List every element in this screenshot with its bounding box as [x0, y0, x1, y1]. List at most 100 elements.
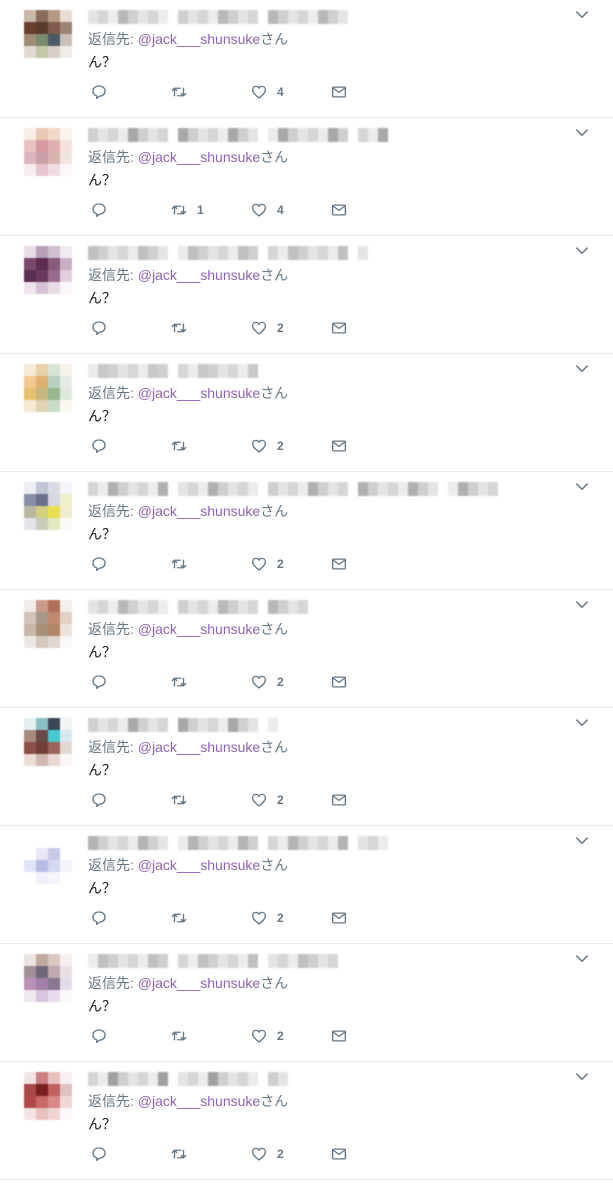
direct-message-button[interactable]: [330, 909, 348, 927]
direct-message-button[interactable]: [330, 673, 348, 691]
avatar[interactable]: [24, 600, 72, 648]
avatar[interactable]: [24, 364, 72, 412]
retweet-button[interactable]: [170, 909, 197, 927]
reply-handle-link[interactable]: @jack___shunsuke: [138, 149, 260, 165]
reply-button[interactable]: [90, 1027, 117, 1045]
blurred-user-name[interactable]: [88, 1072, 288, 1086]
avatar[interactable]: [24, 246, 72, 294]
tweet[interactable]: 返信先: @jack___shunsukeさん ん？ 2: [0, 236, 613, 354]
tweet[interactable]: 返信先: @jack___shunsukeさん ん？ 2: [0, 354, 613, 472]
blurred-user-name[interactable]: [88, 718, 278, 732]
reply-to-line: 返信先: @jack___shunsukeさん: [88, 1091, 288, 1111]
reply-handle-link[interactable]: @jack___shunsuke: [138, 385, 260, 401]
like-button[interactable]: 2: [250, 791, 284, 809]
reply-handle-link[interactable]: @jack___shunsuke: [138, 267, 260, 283]
reply-button[interactable]: [90, 83, 117, 101]
tweet[interactable]: 返信先: @jack___shunsukeさん ん？ 1 4: [0, 118, 613, 236]
avatar[interactable]: [24, 1072, 72, 1120]
direct-message-button[interactable]: [330, 1027, 348, 1045]
reply-button[interactable]: [90, 555, 117, 573]
retweet-button[interactable]: [170, 1027, 197, 1045]
blurred-user-name[interactable]: [88, 10, 348, 24]
avatar-pixel: [24, 872, 36, 884]
chevron-down-icon[interactable]: [573, 950, 591, 968]
tweet[interactable]: 返信先: @jack___shunsukeさん ん？ 2: [0, 1062, 613, 1180]
retweet-button[interactable]: 1: [170, 201, 204, 219]
retweet-button[interactable]: [170, 673, 197, 691]
retweet-button[interactable]: [170, 1145, 197, 1163]
reply-button[interactable]: [90, 791, 117, 809]
tweet[interactable]: 返信先: @jack___shunsukeさん ん？ 2: [0, 590, 613, 708]
avatar-pixel: [60, 140, 72, 152]
reply-button[interactable]: [90, 909, 117, 927]
chevron-down-icon[interactable]: [573, 6, 591, 24]
chevron-down-icon[interactable]: [573, 596, 591, 614]
direct-message-button[interactable]: [330, 83, 348, 101]
reply-button[interactable]: [90, 319, 117, 337]
avatar[interactable]: [24, 482, 72, 530]
direct-message-button[interactable]: [330, 437, 348, 455]
avatar-pixel: [48, 1072, 60, 1084]
reply-button[interactable]: [90, 437, 117, 455]
direct-message-button[interactable]: [330, 1145, 348, 1163]
chevron-down-icon[interactable]: [573, 360, 591, 378]
reply-handle-link[interactable]: @jack___shunsuke: [138, 31, 260, 47]
retweet-icon: [171, 1031, 187, 1041]
like-button[interactable]: 2: [250, 437, 284, 455]
avatar[interactable]: [24, 954, 72, 1002]
avatar[interactable]: [24, 10, 72, 58]
avatar[interactable]: [24, 836, 72, 884]
blurred-user-name[interactable]: [88, 246, 368, 260]
like-count: 2: [277, 911, 284, 925]
blurred-user-name[interactable]: [88, 482, 498, 496]
chevron-down-icon[interactable]: [573, 242, 591, 260]
avatar[interactable]: [24, 128, 72, 176]
like-button[interactable]: 4: [250, 83, 284, 101]
tweet[interactable]: 返信先: @jack___shunsukeさん ん？ 2: [0, 826, 613, 944]
chevron-down-icon[interactable]: [573, 714, 591, 732]
blurred-user-name[interactable]: [88, 954, 338, 968]
like-button[interactable]: 2: [250, 319, 284, 337]
chevron-down-icon[interactable]: [573, 124, 591, 142]
chevron-down-icon[interactable]: [573, 832, 591, 850]
like-button[interactable]: 2: [250, 673, 284, 691]
direct-message-button[interactable]: [330, 201, 348, 219]
reply-button[interactable]: [90, 201, 117, 219]
tweet[interactable]: 返信先: @jack___shunsukeさん ん？ 2: [0, 472, 613, 590]
reply-button[interactable]: [90, 673, 117, 691]
retweet-button[interactable]: [170, 319, 197, 337]
like-button[interactable]: 2: [250, 1145, 284, 1163]
tweet[interactable]: 返信先: @jack___shunsukeさん ん？ 4: [0, 0, 613, 118]
retweet-button[interactable]: [170, 83, 197, 101]
like-button[interactable]: 2: [250, 909, 284, 927]
name-blur-block: [148, 10, 158, 24]
tweet[interactable]: 返信先: @jack___shunsukeさん ん？ 2: [0, 944, 613, 1062]
blurred-user-name[interactable]: [88, 600, 308, 614]
reply-button[interactable]: [90, 1145, 117, 1163]
reply-handle-link[interactable]: @jack___shunsuke: [138, 1093, 260, 1109]
direct-message-button[interactable]: [330, 555, 348, 573]
retweet-button[interactable]: [170, 437, 197, 455]
direct-message-button[interactable]: [330, 319, 348, 337]
reply-handle-link[interactable]: @jack___shunsuke: [138, 621, 260, 637]
avatar-pixel: [36, 1072, 48, 1084]
retweet-button[interactable]: [170, 555, 197, 573]
avatar[interactable]: [24, 718, 72, 766]
chevron-down-icon[interactable]: [573, 478, 591, 496]
reply-handle-link[interactable]: @jack___shunsuke: [138, 739, 260, 755]
blurred-user-name[interactable]: [88, 364, 258, 378]
name-blur-block: [218, 836, 228, 850]
like-button[interactable]: 4: [250, 201, 284, 219]
retweet-button[interactable]: [170, 791, 197, 809]
blurred-user-name[interactable]: [88, 128, 388, 142]
reply-handle-link[interactable]: @jack___shunsuke: [138, 503, 260, 519]
name-blur-block: [228, 246, 238, 260]
direct-message-button[interactable]: [330, 791, 348, 809]
like-button[interactable]: 2: [250, 555, 284, 573]
like-button[interactable]: 2: [250, 1027, 284, 1045]
reply-handle-link[interactable]: @jack___shunsuke: [138, 975, 260, 991]
blurred-user-name[interactable]: [88, 836, 388, 850]
chevron-down-icon[interactable]: [573, 1068, 591, 1086]
reply-handle-link[interactable]: @jack___shunsuke: [138, 857, 260, 873]
tweet[interactable]: 返信先: @jack___shunsukeさん ん？ 2: [0, 708, 613, 826]
